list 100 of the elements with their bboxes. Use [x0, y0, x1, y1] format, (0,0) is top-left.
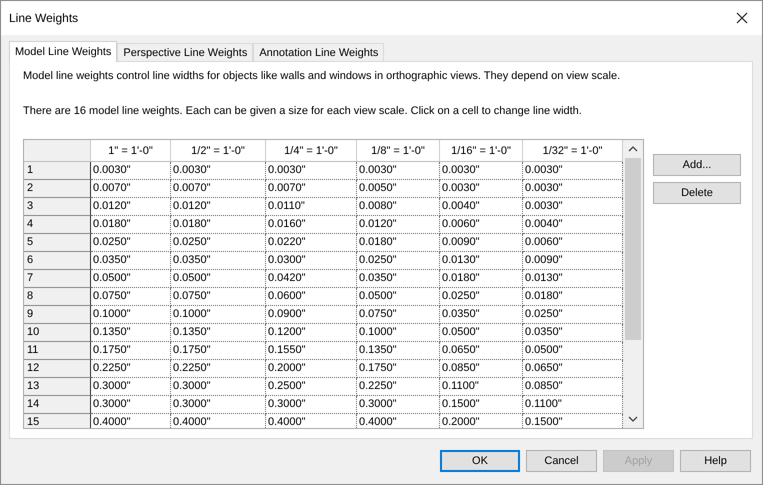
table-cell[interactable]: 0.1750"	[357, 360, 440, 378]
row-header: 5	[24, 234, 91, 252]
table-cell[interactable]: 0.4000"	[171, 414, 266, 428]
table-cell[interactable]: 0.0350"	[440, 306, 523, 324]
table-cell[interactable]: 0.2250"	[171, 360, 266, 378]
table-cell[interactable]: 0.4000"	[91, 414, 171, 428]
table-cell[interactable]: 0.0120"	[171, 198, 266, 216]
table-cell[interactable]: 0.0600"	[266, 288, 357, 306]
side-button[interactable]: Delete	[653, 182, 741, 204]
table-cell[interactable]: 0.0120"	[91, 198, 171, 216]
table-cell[interactable]: 0.0350"	[357, 270, 440, 288]
table-cell[interactable]: 0.0030"	[440, 162, 523, 180]
tab[interactable]: Perspective Line Weights	[117, 43, 254, 61]
table-cell[interactable]: 0.3000"	[266, 396, 357, 414]
column-header[interactable]: 1/4" = 1'-0"	[266, 140, 357, 162]
table-cell[interactable]: 0.0750"	[357, 306, 440, 324]
table-cell[interactable]: 0.0120"	[357, 216, 440, 234]
table-cell[interactable]: 0.0250"	[357, 252, 440, 270]
table-cell[interactable]: 0.0650"	[440, 342, 523, 360]
table-cell[interactable]: 0.1350"	[91, 324, 171, 342]
vertical-scrollbar[interactable]	[623, 140, 643, 428]
table-cell[interactable]: 0.0070"	[266, 180, 357, 198]
table-cell[interactable]: 0.0180"	[91, 216, 171, 234]
table-cell[interactable]: 0.0070"	[171, 180, 266, 198]
column-header[interactable]: 1/8" = 1'-0"	[357, 140, 440, 162]
dialog-button[interactable]: Cancel	[526, 450, 597, 472]
table-cell[interactable]: 0.0900"	[266, 306, 357, 324]
row-header: 2	[24, 180, 91, 198]
column-header[interactable]: 1/16" = 1'-0"	[440, 140, 523, 162]
window-title: Line Weights	[9, 11, 78, 25]
table-cell[interactable]: 0.1000"	[357, 324, 440, 342]
table-cell[interactable]: 0.3000"	[357, 396, 440, 414]
table-cell[interactable]: 0.0030"	[440, 180, 523, 198]
table-cell[interactable]: 0.0060"	[440, 216, 523, 234]
table-cell[interactable]: 0.3000"	[171, 378, 266, 396]
description-text: There are 16 model line weights. Each can be given a size for each view scale. Click on a cell to change line width.	[23, 104, 583, 118]
table-cell[interactable]: 0.1350"	[357, 342, 440, 360]
row-header: 13	[24, 378, 91, 396]
table-cell[interactable]: 0.0180"	[357, 234, 440, 252]
table-cell[interactable]: 0.3000"	[91, 396, 171, 414]
table-cell[interactable]: 0.1000"	[171, 306, 266, 324]
table-cell[interactable]: 0.2250"	[91, 360, 171, 378]
table-cell[interactable]: 0.1200"	[266, 324, 357, 342]
table-cell[interactable]: 0.1750"	[91, 342, 171, 360]
column-header[interactable]: 1" = 1'-0"	[91, 140, 171, 162]
table-cell[interactable]: 0.0420"	[266, 270, 357, 288]
table-cell[interactable]: 0.0030"	[171, 162, 266, 180]
table-cell[interactable]: 0.0090"	[440, 234, 523, 252]
table-cell[interactable]: 0.0180"	[440, 270, 523, 288]
tab[interactable]: Annotation Line Weights	[253, 43, 384, 61]
table-cell[interactable]: 0.0250"	[440, 288, 523, 306]
table-cell[interactable]: 0.0500"	[171, 270, 266, 288]
table-cell[interactable]: 0.1550"	[266, 342, 357, 360]
close-icon[interactable]	[736, 12, 748, 24]
table-cell[interactable]: 0.2000"	[440, 414, 523, 428]
table-cell[interactable]: 0.0110"	[266, 198, 357, 216]
row-header: 8	[24, 288, 91, 306]
table-cell[interactable]: 0.0030"	[266, 162, 357, 180]
table-cell[interactable]: 0.3000"	[91, 378, 171, 396]
table-cell[interactable]: 0.0130"	[440, 252, 523, 270]
side-button[interactable]: Add...	[653, 154, 741, 176]
table-cell[interactable]: 0.0220"	[266, 234, 357, 252]
column-header[interactable]: 1/2" = 1'-0"	[171, 140, 266, 162]
table-cell[interactable]: 0.0080"	[357, 198, 440, 216]
dialog-button[interactable]: Help	[680, 450, 751, 472]
table-cell[interactable]: 0.4000"	[266, 414, 357, 428]
table-cell[interactable]: 0.0250"	[171, 234, 266, 252]
table-cell[interactable]: 0.3000"	[171, 396, 266, 414]
table-cell[interactable]: 0.0050"	[357, 180, 440, 198]
table-cell[interactable]: 0.2500"	[266, 378, 357, 396]
table-cell[interactable]: 0.0750"	[91, 288, 171, 306]
table-cell[interactable]: 0.0180"	[171, 216, 266, 234]
table-cell[interactable]: 0.0030"	[357, 162, 440, 180]
table-cell[interactable]: 0.0300"	[266, 252, 357, 270]
table-cell[interactable]: 0.0850"	[440, 360, 523, 378]
table-cell[interactable]: 0.0500"	[91, 270, 171, 288]
table-cell[interactable]: 0.1000"	[91, 306, 171, 324]
scrollbar-thumb[interactable]	[625, 158, 641, 340]
table-cell[interactable]: 0.1500"	[440, 396, 523, 414]
column-header[interactable]: 1/32" = 1'-0"	[523, 140, 623, 162]
row-header: 9	[24, 306, 91, 324]
table-cell[interactable]: 0.0030"	[91, 162, 171, 180]
table-cell[interactable]: 0.0350"	[91, 252, 171, 270]
table-cell[interactable]: 0.2000"	[266, 360, 357, 378]
dialog-button[interactable]: OK	[440, 450, 520, 472]
table-cell[interactable]: 0.0040"	[440, 198, 523, 216]
table-cell[interactable]: 0.1750"	[171, 342, 266, 360]
table-cell[interactable]: 0.0070"	[91, 180, 171, 198]
table-cell[interactable]: 0.1350"	[171, 324, 266, 342]
tab[interactable]: Model Line Weights	[9, 41, 118, 62]
table-cell[interactable]: 0.0250"	[91, 234, 171, 252]
table-cell[interactable]: 0.1100"	[440, 378, 523, 396]
table-cell[interactable]: 0.0500"	[357, 288, 440, 306]
table-cell[interactable]: 0.0750"	[171, 288, 266, 306]
table-cell[interactable]: 0.0500"	[440, 324, 523, 342]
table-cell[interactable]: 0.0350"	[171, 252, 266, 270]
row-header: 12	[24, 360, 91, 378]
table-cell[interactable]: 0.4000"	[357, 414, 440, 428]
table-cell[interactable]: 0.0160"	[266, 216, 357, 234]
table-cell[interactable]: 0.2250"	[357, 378, 440, 396]
